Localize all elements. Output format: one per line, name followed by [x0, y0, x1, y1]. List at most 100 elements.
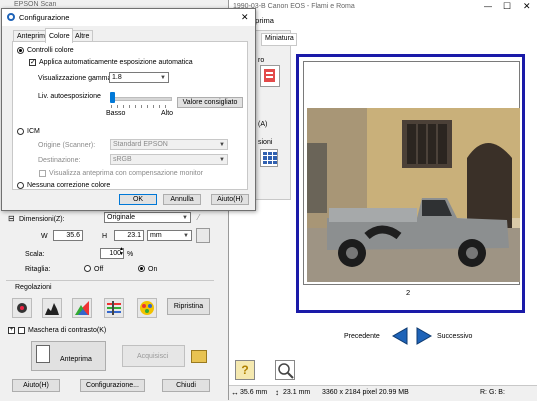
- tab-thumbnails[interactable]: Miniatura: [261, 33, 297, 46]
- dialog-help-button[interactable]: Aiuto(H): [211, 194, 249, 205]
- mask-expand-icon[interactable]: +: [8, 327, 15, 334]
- slider-low-label: Basso: [106, 110, 126, 117]
- status-height: 23.1 mm: [283, 389, 311, 396]
- ok-button[interactable]: OK: [119, 194, 157, 205]
- side-label-3: sioni: [258, 139, 273, 146]
- next-arrow-icon[interactable]: [415, 327, 433, 345]
- tone-curve-icon[interactable]: [42, 298, 62, 318]
- mask-label: Maschera di contrasto(K): [28, 327, 107, 334]
- crop-label: Ritaglia:: [25, 266, 51, 273]
- color-controls-radio[interactable]: [17, 47, 24, 54]
- auto-exposure-checkbox[interactable]: ✓: [29, 59, 36, 66]
- scale-unit: %: [127, 251, 134, 258]
- source-select[interactable]: Standard EPSON ▼: [110, 139, 228, 150]
- next-label: Successivo: [437, 333, 473, 340]
- main-window-title: EPSON Scan: [14, 1, 57, 8]
- gamma-select[interactable]: 1.8 ▼: [109, 72, 169, 83]
- help-icon[interactable]: ?: [235, 360, 255, 380]
- thumbnail-frame[interactable]: 2: [296, 54, 525, 313]
- height-field[interactable]: 23.1: [114, 230, 144, 241]
- width-icon: ↔: [231, 388, 239, 397]
- scale-spinner-icon[interactable]: ▲ ▼: [119, 247, 124, 257]
- chevron-down-icon: ▼: [182, 214, 188, 221]
- icm-radio[interactable]: [17, 128, 24, 135]
- dialog-title: Configurazione: [19, 13, 70, 22]
- no-correction-radio[interactable]: [17, 182, 24, 189]
- destination-select-value: sRGB: [113, 156, 132, 163]
- width-field[interactable]: 35.6: [53, 230, 83, 241]
- dialog-titlebar: Configurazione ✕: [2, 9, 255, 26]
- dialog-close-icon[interactable]: ✕: [241, 12, 249, 23]
- chevron-down-icon: ▼: [219, 156, 225, 163]
- acquire-button[interactable]: Acquisisci: [122, 345, 185, 367]
- auto-exposure-label: Applica automaticamente esposizione auto…: [39, 59, 193, 66]
- prev-label: Precedente: [344, 333, 380, 340]
- collapse-icon[interactable]: ⊟: [8, 214, 15, 223]
- destination-select[interactable]: sRGB ▼: [110, 154, 228, 165]
- tab-thumbnails-label: Miniatura: [265, 35, 294, 42]
- side-label-1: ro: [258, 57, 265, 64]
- scanned-photo: [307, 108, 520, 282]
- dimensions-select[interactable]: Originale ▼: [104, 212, 191, 223]
- height-icon: ↕: [275, 388, 279, 397]
- preview-button[interactable]: Anteprima: [31, 341, 106, 371]
- tab-panel: Controlli colore ✓ Applica automaticamen…: [12, 41, 248, 190]
- preview-titlebar: 1990-03-B Canon EOS - Flami e Roma — ☐ ✕: [229, 0, 537, 14]
- status-bar: ↔ 35.6 mm ↕ 23.1 mm 3360 x 2184 pixel 20…: [229, 385, 537, 401]
- scale-label: Scala:: [25, 251, 45, 258]
- recommended-value-button[interactable]: Valore consigliato: [177, 97, 243, 108]
- zoom-icon[interactable]: [275, 360, 295, 380]
- lock-ratio-icon[interactable]: ⁄: [198, 213, 199, 222]
- w-label: W: [41, 233, 48, 240]
- tab-color-label: Colore: [49, 33, 70, 40]
- histogram-levels-icon[interactable]: [12, 298, 32, 318]
- color-controls-label: Controlli colore: [27, 47, 74, 54]
- folder-icon[interactable]: [191, 350, 207, 363]
- chevron-down-icon: ▼: [160, 74, 166, 81]
- acquire-button-label: Acquisisci: [137, 353, 169, 360]
- crop-off-radio[interactable]: [84, 265, 91, 272]
- chevron-down-icon: ▼: [219, 141, 225, 148]
- unit-select[interactable]: mm ▼: [147, 230, 192, 241]
- gamma-select-value: 1.8: [112, 74, 122, 81]
- tab-color[interactable]: Colore: [45, 28, 73, 43]
- h-label: H: [102, 233, 108, 240]
- icm-label: ICM: [27, 128, 40, 135]
- exposure-slider-ticks: [111, 105, 170, 108]
- auto-exposure-level-label: Liv. autoesposizione: [38, 93, 101, 100]
- unit-select-value: mm: [150, 232, 162, 239]
- minimize-icon[interactable]: —: [484, 2, 492, 11]
- config-dialog: Configurazione ✕ Anteprima Colore Altre …: [1, 8, 256, 211]
- prev-arrow-icon[interactable]: [391, 327, 409, 345]
- no-correction-label: Nessuna correzione colore: [27, 182, 111, 189]
- image-adjust-icon[interactable]: [104, 298, 124, 318]
- cancel-button[interactable]: Annulla: [163, 194, 201, 205]
- config-button[interactable]: Configurazione...: [80, 379, 145, 392]
- close-icon[interactable]: ✕: [523, 1, 531, 12]
- crop-on-label: On: [148, 266, 158, 273]
- reset-button[interactable]: Ripristina: [167, 298, 210, 315]
- dimensions-label: Dimensioni(Z):: [19, 216, 65, 223]
- color-balance-icon[interactable]: [72, 298, 92, 318]
- color-palette-icon[interactable]: [137, 298, 157, 318]
- height-field-value: 23.1: [127, 232, 141, 239]
- mask-checkbox[interactable]: [18, 327, 25, 334]
- source-select-value: Standard EPSON: [113, 141, 168, 148]
- status-rgb: R: G: B:: [480, 389, 505, 396]
- gamma-label: Visualizzazione gamma:: [38, 75, 114, 82]
- selection-tool-icon[interactable]: [260, 65, 280, 87]
- exposure-slider-thumb[interactable]: [110, 92, 115, 103]
- status-width: 35.6 mm: [240, 389, 268, 396]
- dimension-lock-icon[interactable]: [196, 228, 210, 243]
- help-button[interactable]: Aiuto(H): [12, 379, 60, 392]
- grid-view-icon[interactable]: [260, 149, 278, 167]
- side-label-2: (A): [258, 121, 268, 128]
- chevron-down-icon: ▼: [183, 232, 189, 239]
- crop-on-radio[interactable]: [138, 265, 145, 272]
- close-button[interactable]: Chiudi: [162, 379, 210, 392]
- monitor-comp-checkbox[interactable]: [39, 170, 46, 177]
- slider-high-label: Alto: [161, 110, 174, 117]
- maximize-icon[interactable]: ☐: [503, 1, 511, 12]
- tab-other-label: Altre: [75, 33, 90, 40]
- exposure-slider-track[interactable]: [111, 97, 172, 101]
